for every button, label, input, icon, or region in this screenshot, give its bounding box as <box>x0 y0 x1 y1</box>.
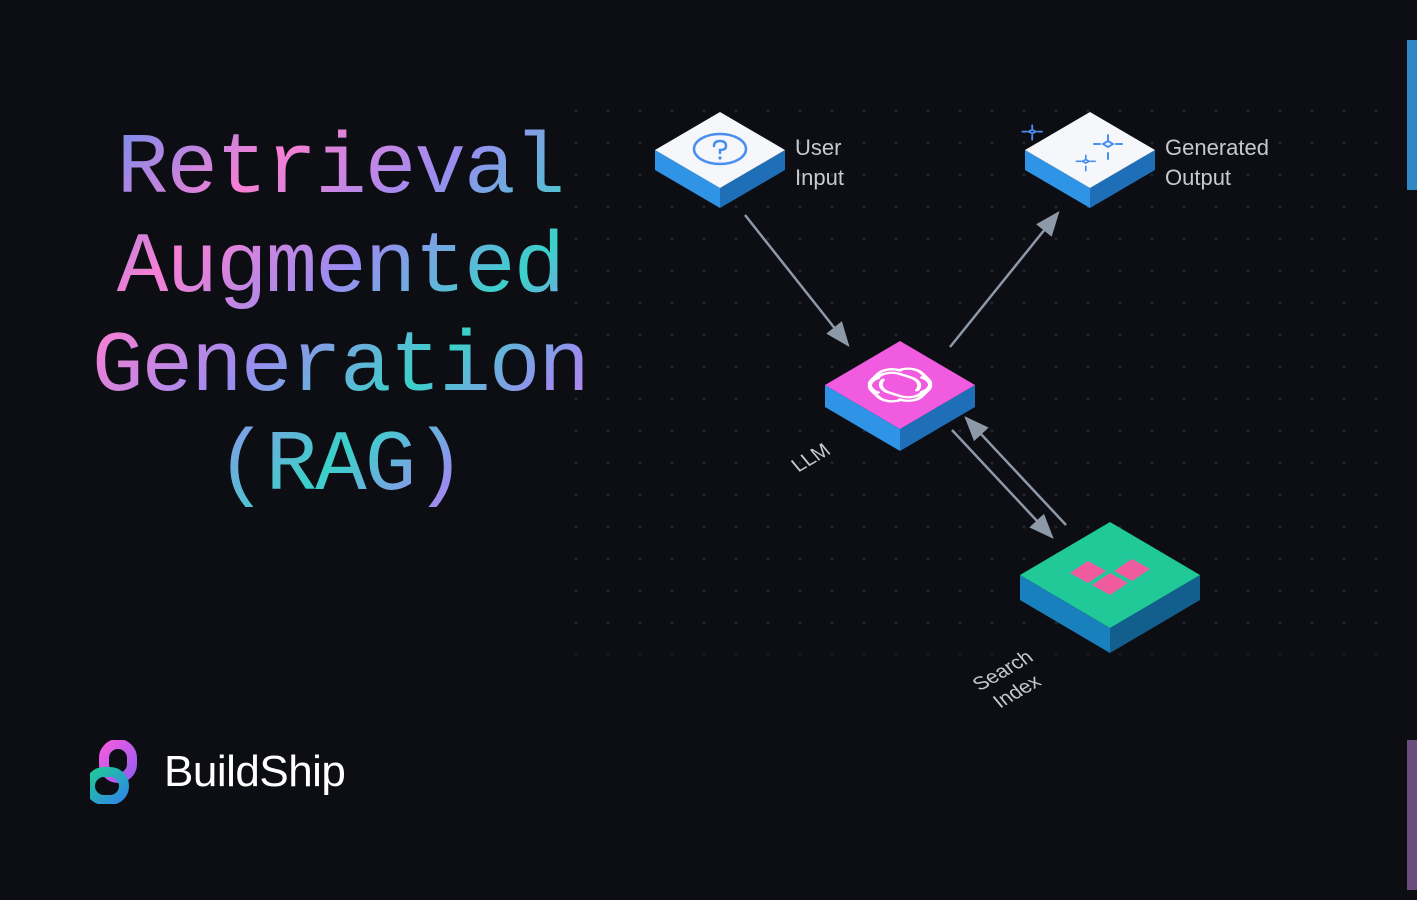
buildship-logo-icon <box>90 740 146 804</box>
brand-wrapper: BuildShip <box>90 740 345 804</box>
brand-name: BuildShip <box>164 747 345 797</box>
title-line: Generation <box>92 318 588 416</box>
meilisearch-logo-text: meilisearch <box>1279 467 1344 506</box>
title-line: (RAG) <box>216 417 464 515</box>
title-line: Retrieval <box>117 120 563 218</box>
edge-accent-top <box>1407 40 1417 190</box>
title-line: Augmented <box>117 219 563 317</box>
main-title: Retrieval Augmented Generation (RAG) <box>80 120 600 516</box>
arrow-userinput-to-llm <box>745 215 848 345</box>
llm-tile <box>825 341 975 451</box>
generated-output-tile <box>1022 112 1155 208</box>
arrow-llm-to-output <box>950 213 1058 347</box>
search-index-tile: meilisearch <box>1020 467 1343 653</box>
rag-diagram: User Input Generated Output LLM Search I… <box>620 95 1380 745</box>
arrow-llm-to-search <box>952 430 1052 537</box>
diagram-canvas: meilisearch <box>620 95 1380 745</box>
arrow-search-to-llm <box>966 418 1066 525</box>
edge-accent-bottom <box>1407 740 1417 890</box>
user-input-tile <box>655 112 785 208</box>
